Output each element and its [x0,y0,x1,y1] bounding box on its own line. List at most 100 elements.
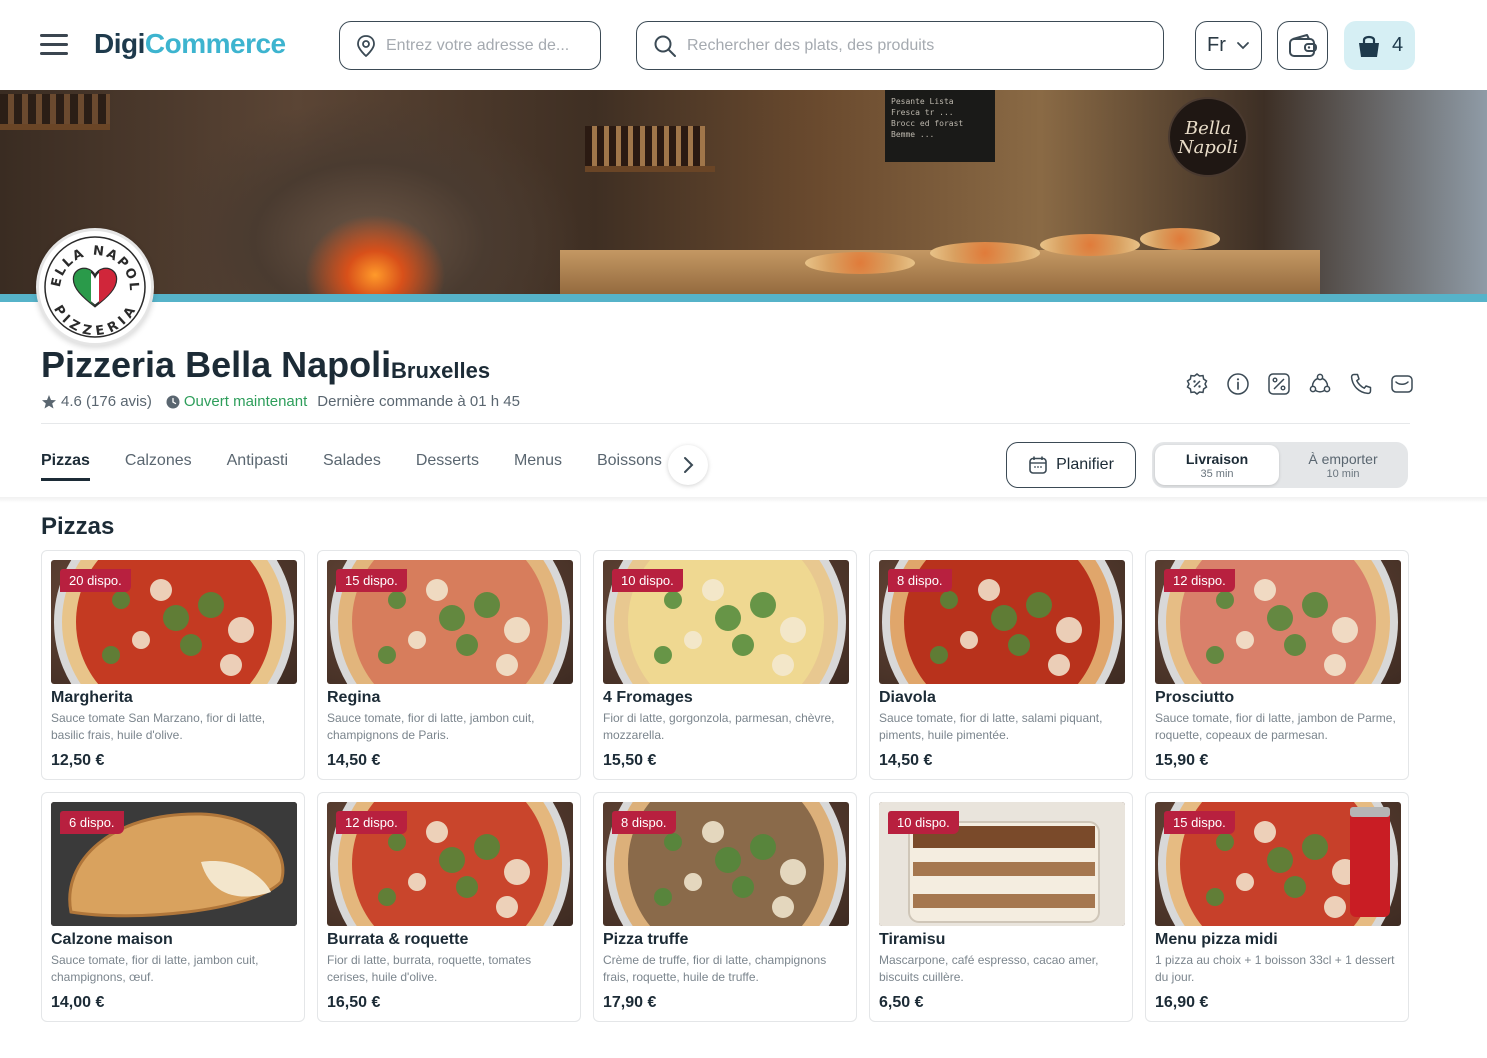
clock-icon [166,395,180,408]
delivery-option[interactable]: Livraison 35 min [1155,445,1279,485]
board-line-1: Pesante Lista [891,97,954,106]
product-grid: 20 dispo. Margherita Sauce tomate San Ma… [41,550,1410,1022]
board-line-4: Bemme ... [891,130,935,139]
phone-icon[interactable] [1349,372,1373,396]
product-card[interactable]: 15 dispo. Regina Sauce tomate, fior di l… [317,550,581,780]
banner-bar-bottles [585,126,705,166]
cart-button[interactable]: 4 [1344,21,1415,70]
banner-accent-line [0,294,1487,302]
stock-badge: 6 dispo. [60,811,124,834]
product-name: Diavola [879,689,936,706]
product-card[interactable]: 8 dispo. Pizza truffe Crème de truffe, f… [593,792,857,1022]
product-price: 14,00 € [51,994,105,1011]
address-input[interactable] [386,36,600,55]
product-description: 1 pizza au choix + 1 boisson 33cl + 1 de… [1155,953,1395,984]
product-card[interactable]: 10 dispo. 4 Fromages Fior di latte, gorg… [593,550,857,780]
product-image: 8 dispo. [603,802,849,926]
banner-sign-text: Bella Napoli [1177,118,1239,158]
store-meta: 4.6 (176 avis) Ouvert maintenant Dernièr… [41,393,520,410]
menu-icon[interactable] [40,34,68,56]
stock-badge: 15 dispo. [1164,811,1235,834]
info-icon[interactable] [1226,372,1250,396]
product-card[interactable]: 12 dispo. Prosciutto Sauce tomate, fior … [1145,550,1409,780]
board-line-2: Fresca tr ... [891,108,954,117]
schedule-label: Planifier [1056,456,1114,473]
product-image: 10 dispo. [879,802,1125,926]
tab-salades[interactable]: Salades [323,452,381,481]
search-field[interactable] [636,21,1164,70]
stock-badge: 10 dispo. [612,569,683,592]
store-banner: Pesante Lista Fresca tr ... Brocc ed for… [0,90,1487,302]
product-description: Sauce tomate, fior di latte, jambon cuit… [51,953,259,984]
product-price: 15,90 € [1155,752,1209,769]
star-icon [42,394,56,408]
tabs-scroll-next-button[interactable] [668,445,708,485]
product-image: 8 dispo. [879,560,1125,684]
product-card[interactable]: 15 dispo. Menu pizza midi 1 pizza au cho… [1145,792,1409,1022]
product-price: 17,90 € [603,994,657,1011]
product-card[interactable]: 10 dispo. Tiramisu Mascarpone, café espr… [869,792,1133,1022]
stock-badge: 12 dispo. [1164,569,1235,592]
tab-boissons[interactable]: Boissons [597,452,662,481]
discount-icon[interactable] [1185,372,1209,396]
takeaway-label: À emporter [1308,451,1378,467]
site-logo[interactable]: DigiCommerce [94,28,286,60]
product-price: 14,50 € [327,752,381,769]
product-image: 12 dispo. [1155,560,1401,684]
language-value: Fr [1207,34,1226,56]
product-name: Tiramisu [879,931,946,948]
product-image: 20 dispo. [51,560,297,684]
shopping-bag-icon [1358,35,1379,57]
share-icon[interactable] [1308,372,1332,396]
product-card[interactable]: 8 dispo. Diavola Sauce tomate, fior di l… [869,550,1133,780]
product-description: Sauce tomate, fior di latte, jambon cuit… [327,711,535,742]
product-card[interactable]: 20 dispo. Margherita Sauce tomate San Ma… [41,550,305,780]
product-description: Mascarpone, café espresso, cacao amer, b… [879,953,1099,984]
fulfillment-toggle: Livraison 35 min À emporter 10 min [1152,442,1408,488]
cart-count: 4 [1391,34,1404,56]
message-icon[interactable] [1390,372,1414,396]
product-price: 12,50 € [51,752,105,769]
promo-icon[interactable] [1267,372,1291,396]
store-rating[interactable]: 4.6 (176 avis) [61,393,152,410]
store-status: Ouvert maintenant [183,393,308,410]
chevron-down-icon [1237,41,1249,49]
stock-badge: 8 dispo. [888,569,952,592]
chevron-right-icon [684,457,694,473]
delivery-label: Livraison [1185,451,1249,467]
tabs-shadow [0,497,1487,503]
search-input[interactable] [687,36,1163,55]
stock-badge: 10 dispo. [888,811,959,834]
product-description: Sauce tomate, fior di latte, salami piqu… [879,711,1103,742]
wallet-button[interactable] [1277,21,1328,70]
takeaway-option[interactable]: À emporter 10 min [1281,445,1405,485]
product-price: 16,50 € [327,994,381,1011]
address-field[interactable] [339,21,601,70]
takeaway-time: 10 min [1326,468,1360,480]
tab-menus[interactable]: Menus [514,452,562,481]
product-card[interactable]: 6 dispo. Calzone maison Sauce tomate, fi… [41,792,305,1022]
banner-pizza [930,242,1040,264]
logo-part-1: Digi [94,28,145,59]
store-name: Pizzeria Bella Napoli [41,344,392,385]
stock-badge: 20 dispo. [60,569,131,592]
product-description: Sauce tomate San Marzano, fior di latte,… [51,711,266,742]
store-city: Bruxelles [391,358,491,383]
store-logo-badge: BELLA NAPOLI PIZZERIA [42,234,146,339]
last-order-time: Dernière commande à 01 h 45 [317,393,520,410]
logo-part-2: Commerce [144,28,286,59]
product-image: 10 dispo. [603,560,849,684]
product-name: Burrata & roquette [327,931,469,948]
tab-calzones[interactable]: Calzones [125,452,192,481]
schedule-button[interactable]: Planifier [1006,442,1136,488]
language-selector[interactable]: Fr [1195,21,1262,70]
tab-antipasti[interactable]: Antipasti [227,452,288,481]
banner-shelf [0,124,110,130]
store-logo: BELLA NAPOLI PIZZERIA [36,228,154,346]
product-price: 6,50 € [879,994,924,1011]
banner-pizza [1140,228,1220,250]
tab-pizzas[interactable]: Pizzas [41,452,90,481]
tab-desserts[interactable]: Desserts [416,452,479,481]
product-card[interactable]: 12 dispo. Burrata & roquette Fior di lat… [317,792,581,1022]
product-image: 6 dispo. [51,802,297,926]
